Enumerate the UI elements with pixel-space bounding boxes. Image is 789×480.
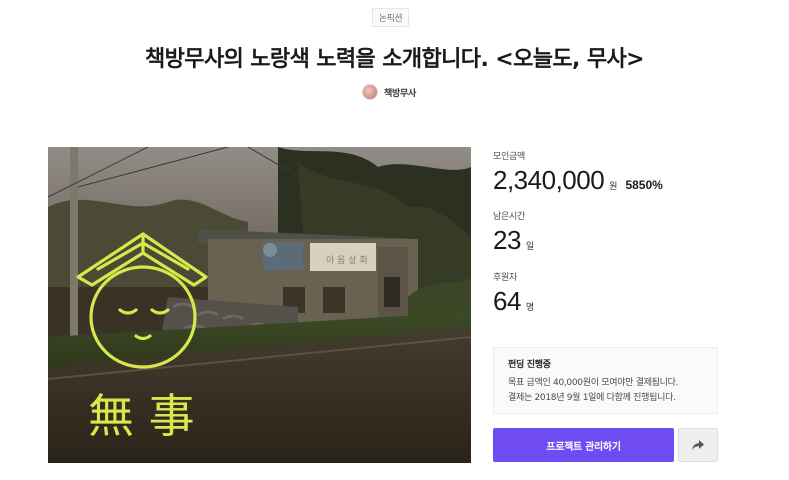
category-badge[interactable]: 논픽션 [372, 8, 409, 27]
raised-percent: 5850% [625, 178, 663, 192]
shop-sign-text: 아 음 상 회 [326, 255, 368, 266]
project-title: 책방무사의 노랑색 노력을 소개합니다. <오늘도, 무사> [145, 47, 645, 72]
project-hero-image: 無 事 아 음 상 회 [48, 147, 471, 463]
logo-text: 無 事 [88, 389, 195, 443]
raised-label: 모인금액 [493, 152, 525, 162]
time-remaining: 남은시간 23 일 [493, 209, 534, 256]
raised-unit: 원 [609, 182, 618, 192]
payment-date-note: 결제는 2018년 9월 1일에 다함께 진행됩니다. [508, 393, 676, 403]
raised-amount: 모인금액 2,340,000 원 5850% [493, 149, 663, 196]
creator-name: 책방무사 [384, 88, 416, 99]
backers-value: 64 [493, 286, 521, 316]
backer-count: 후원자 64 명 [493, 270, 534, 317]
time-value: 23 [493, 225, 521, 255]
funding-goal-note: 목표 금액인 40,000원이 모여야만 결제됩니다. [508, 378, 679, 388]
creator-avatar [362, 84, 378, 100]
funding-info-box: 펀딩 진행중 목표 금액인 40,000원이 모여야만 결제됩니다. 결제는 2… [493, 347, 718, 414]
share-button[interactable] [678, 428, 718, 462]
funding-status-title: 펀딩 진행중 [508, 360, 551, 370]
time-unit: 일 [525, 242, 535, 252]
backers-unit: 명 [525, 303, 535, 313]
creator-link[interactable]: 책방무사 [362, 84, 416, 100]
time-label: 남은시간 [493, 212, 525, 222]
hero-photo: 無 事 아 음 상 회 [48, 147, 471, 463]
share-icon [692, 439, 704, 450]
backers-label: 후원자 [493, 273, 517, 283]
raised-value: 2,340,000 [493, 165, 605, 195]
manage-project-button[interactable]: 프로젝트 관리하기 [493, 428, 674, 462]
